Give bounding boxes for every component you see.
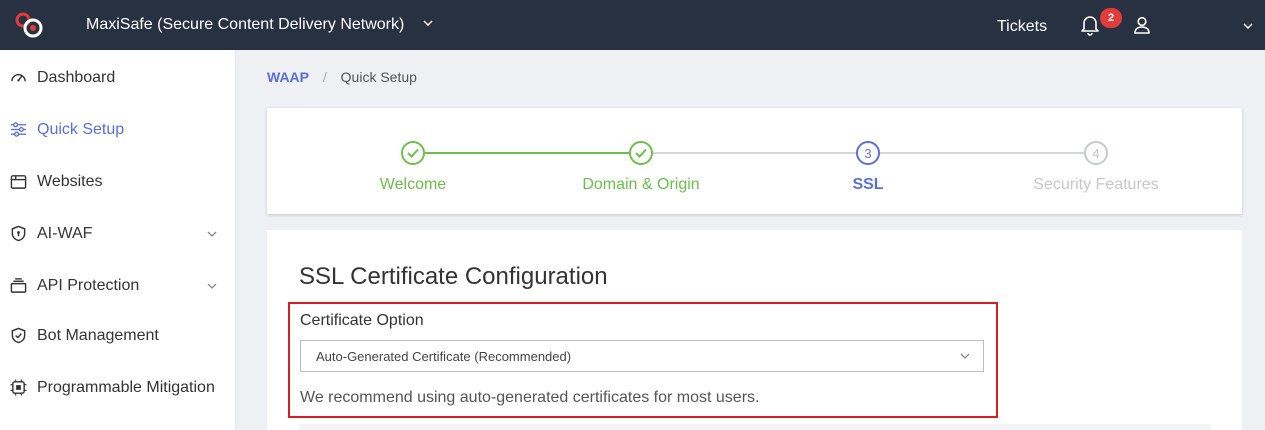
sidebar-item-label: Dashboard bbox=[37, 69, 116, 86]
sidebar-item-label: Websites bbox=[37, 173, 103, 190]
page-title: SSL Certificate Configuration bbox=[299, 263, 608, 290]
sidebar-item-dashboard[interactable]: Dashboard bbox=[0, 52, 236, 102]
step-3-number-icon[interactable]: 3 bbox=[856, 141, 880, 165]
certificate-option-value: Auto-Generated Certificate (Recommended) bbox=[316, 349, 572, 364]
breadcrumb-current: Quick Setup bbox=[340, 69, 417, 85]
certificate-option-group: Certificate Option Auto-Generated Certif… bbox=[288, 302, 998, 418]
shield-check-icon bbox=[11, 327, 26, 344]
next-section-edge bbox=[299, 424, 1211, 430]
app-title[interactable]: MaxiSafe (Secure Content Delivery Networ… bbox=[86, 16, 404, 34]
chevron-down-icon[interactable] bbox=[1242, 20, 1254, 32]
gauge-icon bbox=[11, 73, 26, 82]
chevron-down-icon[interactable] bbox=[421, 16, 435, 30]
sidebar-item-label: API Protection bbox=[37, 277, 140, 294]
tickets-link[interactable]: Tickets bbox=[997, 18, 1047, 36]
step-label-ssl[interactable]: SSL bbox=[758, 176, 978, 194]
stepper-graphic: 3 4 bbox=[401, 141, 1108, 165]
sidebar: Dashboard Quick Setup Websites AI-WAF AP… bbox=[0, 50, 236, 430]
chevron-down-icon[interactable] bbox=[206, 228, 218, 240]
step-number: 3 bbox=[864, 146, 871, 161]
chip-icon bbox=[10, 379, 27, 396]
sidebar-item-programmable-mitigation[interactable]: Programmable Mitigation bbox=[0, 362, 236, 412]
ssl-config-panel: SSL Certificate Configuration Certificat… bbox=[267, 230, 1242, 430]
bell-icon[interactable] bbox=[1080, 14, 1100, 36]
step-number: 4 bbox=[1092, 146, 1099, 161]
chevron-down-icon[interactable] bbox=[206, 280, 218, 292]
sidebar-item-label: Bot Management bbox=[37, 327, 159, 344]
logo-icon[interactable] bbox=[14, 11, 44, 39]
breadcrumb: WAAP / Quick Setup bbox=[267, 69, 417, 85]
user-icon[interactable] bbox=[1133, 16, 1151, 34]
sidebar-item-label: Quick Setup bbox=[37, 121, 125, 138]
certificate-option-label: Certificate Option bbox=[300, 312, 424, 329]
sidebar-item-quick-setup[interactable]: Quick Setup bbox=[0, 104, 236, 154]
top-bar: MaxiSafe (Secure Content Delivery Networ… bbox=[0, 0, 1265, 50]
step-label-welcome[interactable]: Welcome bbox=[303, 176, 523, 194]
shield-icon bbox=[11, 225, 26, 242]
sidebar-item-label: AI-WAF bbox=[37, 225, 93, 242]
sidebar-item-label: Programmable Mitigation bbox=[37, 379, 215, 396]
sliders-icon bbox=[10, 122, 27, 137]
sidebar-item-websites[interactable]: Websites bbox=[0, 156, 236, 206]
sidebar-item-bot-management[interactable]: Bot Management bbox=[0, 310, 236, 360]
step-label-security-features[interactable]: Security Features bbox=[986, 176, 1206, 194]
step-1-check-icon[interactable] bbox=[401, 141, 425, 165]
chevron-down-icon bbox=[960, 353, 970, 359]
step-label-domain-origin[interactable]: Domain & Origin bbox=[531, 176, 751, 194]
browser-window-icon bbox=[10, 175, 27, 189]
certificate-help-text: We recommend using auto-generated certif… bbox=[300, 389, 760, 406]
notification-badge: 2 bbox=[1100, 8, 1122, 28]
sidebar-item-api-protection[interactable]: API Protection bbox=[0, 260, 236, 310]
breadcrumb-separator: / bbox=[322, 69, 327, 85]
breadcrumb-waap-link[interactable]: WAAP bbox=[267, 69, 309, 85]
certificate-option-select[interactable]: Auto-Generated Certificate (Recommended) bbox=[300, 340, 984, 372]
step-2-check-icon[interactable] bbox=[629, 141, 653, 165]
sidebar-item-ai-waf[interactable]: AI-WAF bbox=[0, 208, 236, 258]
step-4-number-icon[interactable]: 4 bbox=[1084, 141, 1108, 165]
stack-icon bbox=[10, 278, 27, 293]
setup-wizard-steps: 3 4 Welcome Domain & Origin SSL Security… bbox=[267, 108, 1242, 214]
